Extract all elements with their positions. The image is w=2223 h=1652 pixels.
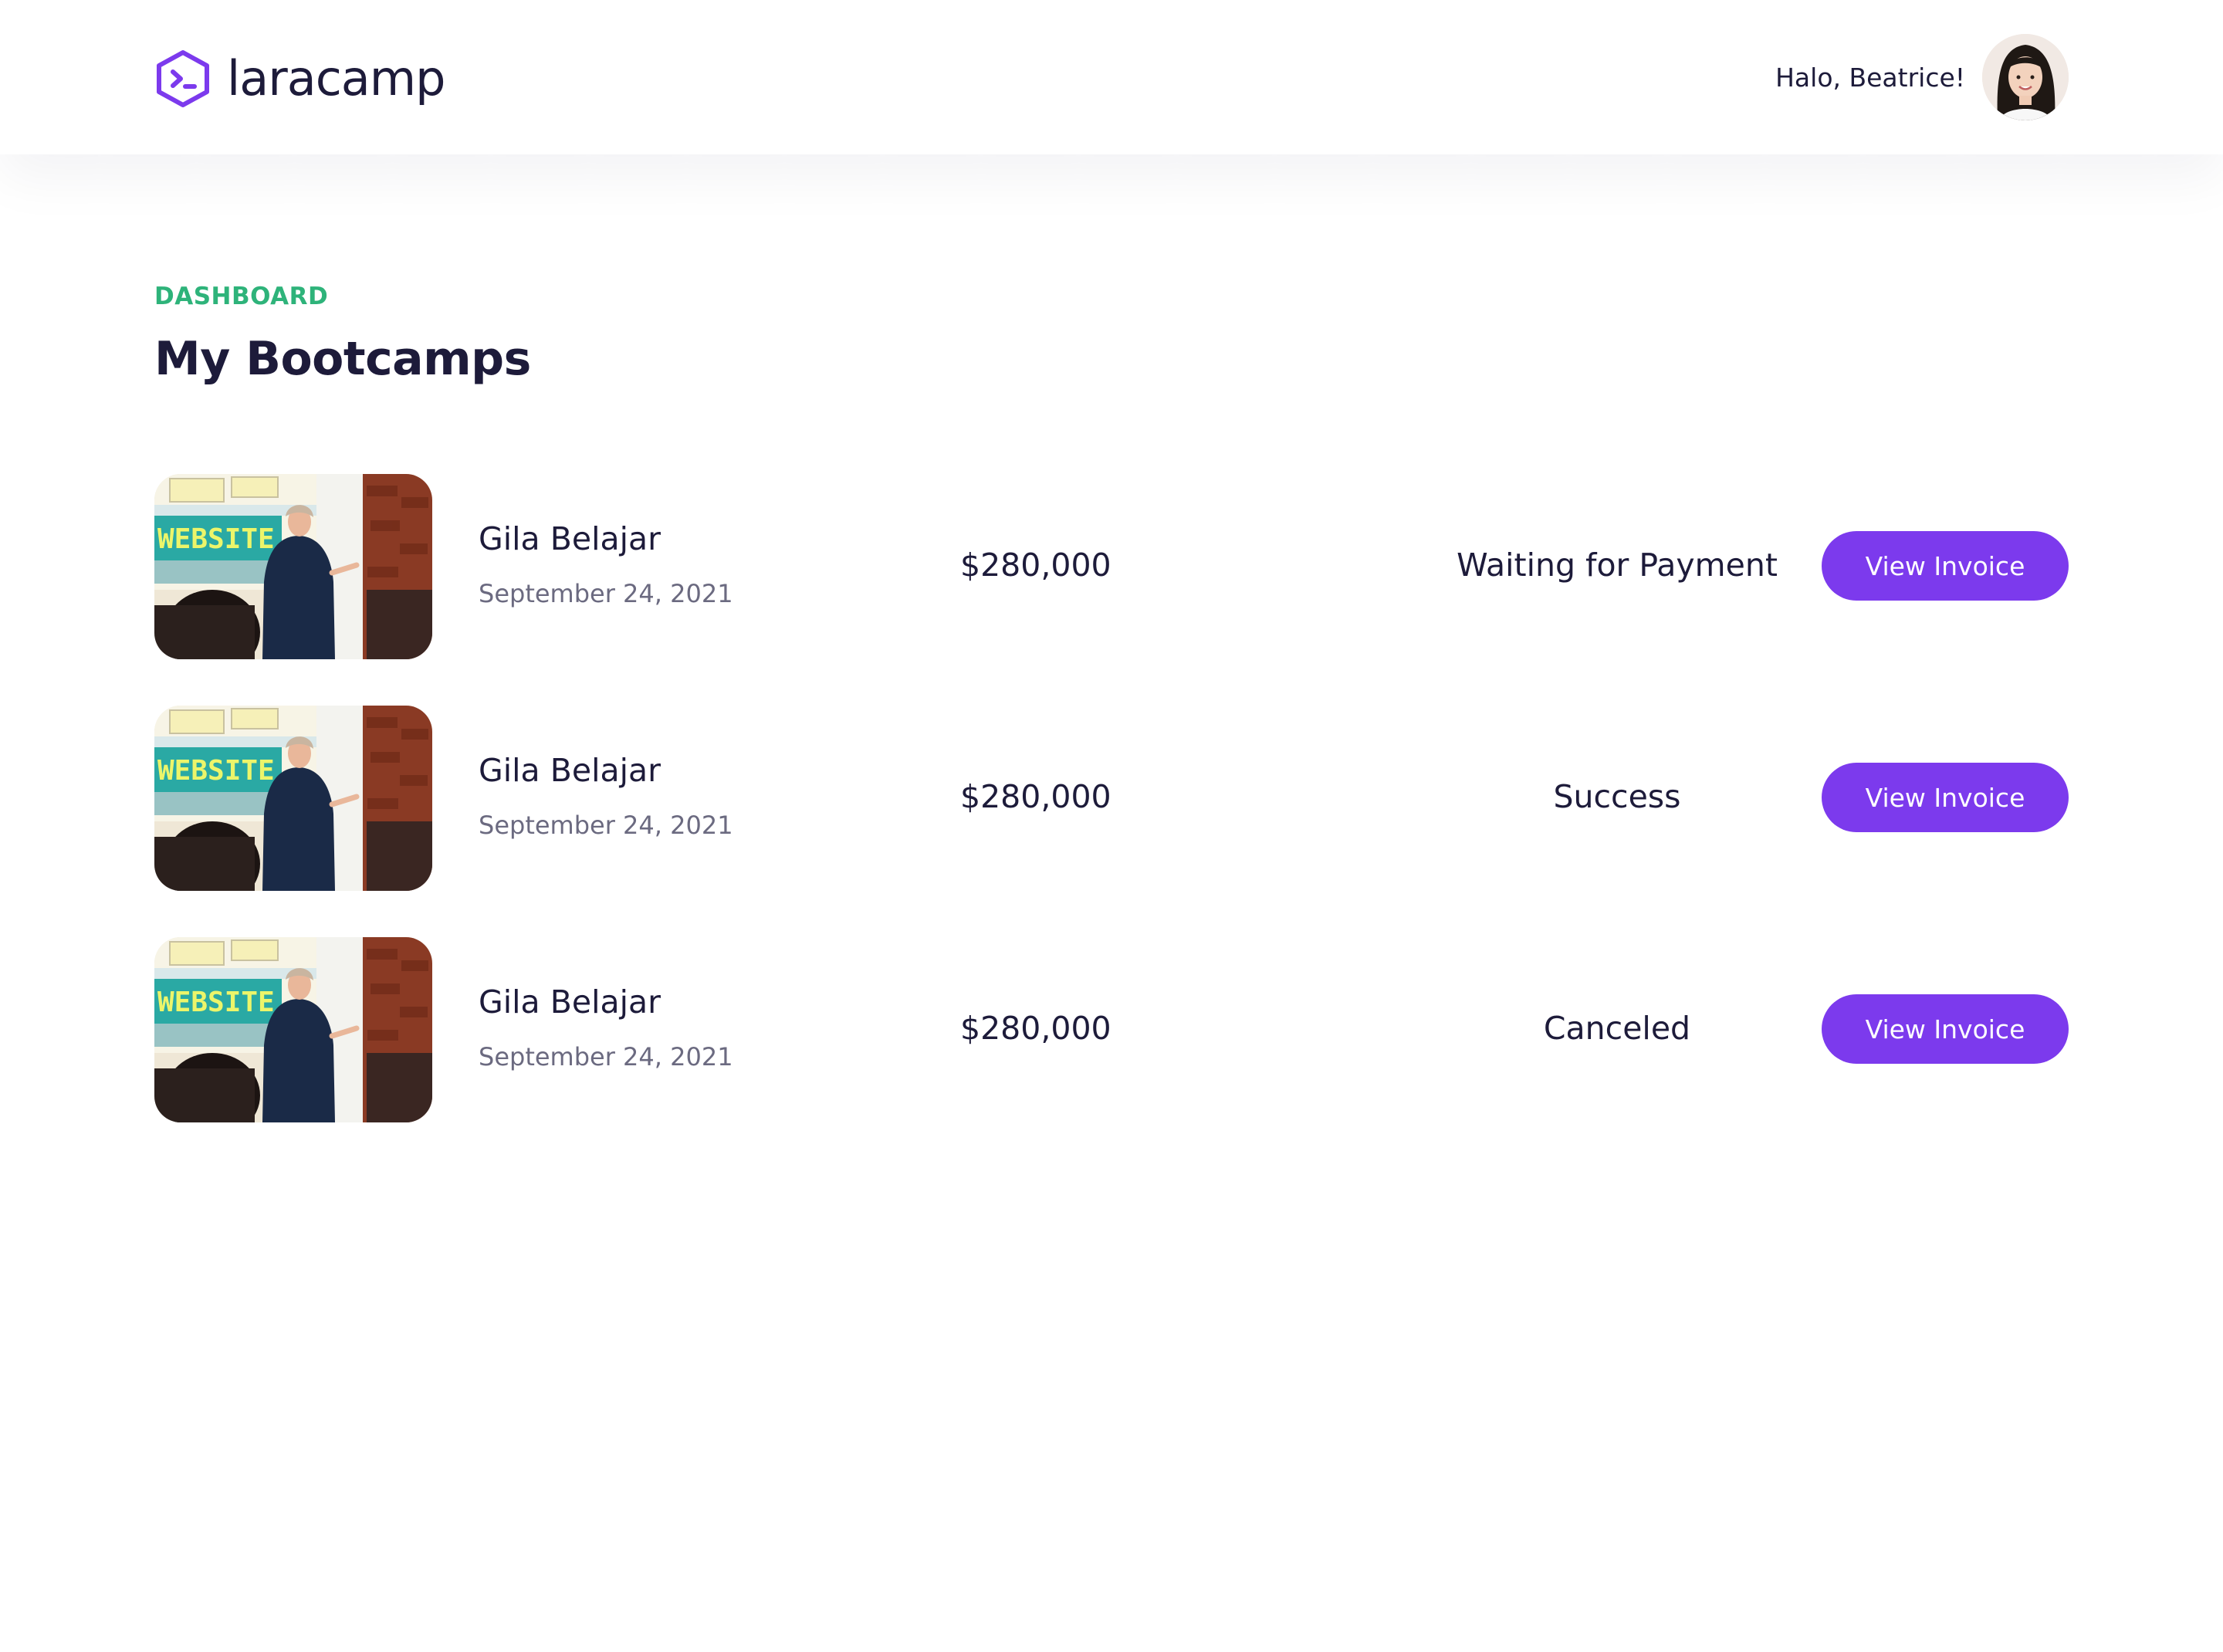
bootcamp-date: September 24, 2021 <box>479 579 733 608</box>
bootcamp-name: Gila Belajar <box>479 983 661 1021</box>
view-invoice-button[interactable]: View Invoice <box>1822 531 2069 601</box>
bootcamp-row: WEBSITE Gila Belajar September 24, 2021 <box>154 706 2069 891</box>
bootcamp-thumbnail: WEBSITE <box>154 474 432 659</box>
section-label: DASHBOARD <box>154 283 329 310</box>
user-avatar[interactable] <box>1982 34 2069 120</box>
bootcamp-date: September 24, 2021 <box>479 811 733 840</box>
bootcamp-price: $280,000 <box>960 778 1112 815</box>
bootcamp-row: WEBSITE Gila Belajar September 24, 2021 <box>154 937 2069 1122</box>
bootcamp-row: WEBSITE Gila Belajar September 24, 2021 <box>154 474 2069 659</box>
bootcamp-price: $280,000 <box>960 547 1112 584</box>
user-menu[interactable]: Halo, Beatrice! <box>1775 32 2069 122</box>
brand-name: laracamp <box>227 50 446 107</box>
view-invoice-button[interactable]: View Invoice <box>1822 763 2069 832</box>
bootcamp-name: Gila Belajar <box>479 752 661 789</box>
greeting-text: Halo, Beatrice! <box>1775 62 1965 93</box>
view-invoice-button[interactable]: View Invoice <box>1822 994 2069 1064</box>
bootcamp-thumbnail: WEBSITE <box>154 706 432 891</box>
svg-text:WEBSITE: WEBSITE <box>157 523 275 555</box>
bootcamp-date: September 24, 2021 <box>479 1042 733 1071</box>
avatar-image <box>1982 34 2069 120</box>
brand-logo[interactable]: laracamp <box>154 49 446 108</box>
top-navbar: laracamp Halo, Beatrice! <box>0 0 2223 154</box>
svg-text:WEBSITE: WEBSITE <box>157 987 275 1018</box>
bootcamp-thumbnail: WEBSITE <box>154 937 432 1122</box>
terminal-hexagon-icon <box>157 50 209 107</box>
bootcamp-price: $280,000 <box>960 1010 1112 1047</box>
bootcamp-name: Gila Belajar <box>479 520 661 557</box>
page-title: My Bootcamps <box>154 332 531 386</box>
svg-text:WEBSITE: WEBSITE <box>157 755 275 787</box>
